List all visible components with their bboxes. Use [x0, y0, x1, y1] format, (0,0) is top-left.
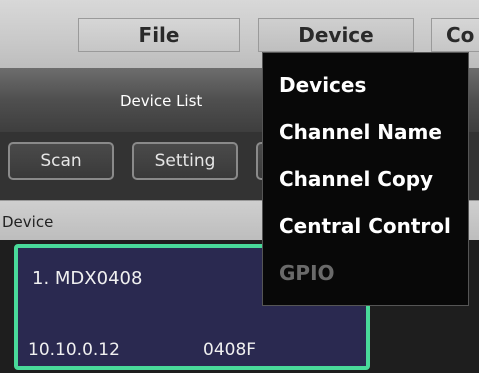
- device-ip: 10.10.0.12: [28, 340, 120, 360]
- menu-item-central-control[interactable]: Central Control: [263, 202, 468, 249]
- menu-device[interactable]: Device: [258, 18, 414, 52]
- menu-item-gpio: GPIO: [279, 260, 335, 285]
- device-id: 0408F: [203, 340, 257, 360]
- device-name: 1. MDX0408: [32, 268, 143, 289]
- scan-button[interactable]: Scan: [8, 142, 114, 180]
- menu-item-channel-name[interactable]: Channel Name: [263, 108, 468, 155]
- menu-file[interactable]: File: [78, 18, 240, 52]
- device-dropdown-menu: Devices Channel Name Channel Copy Centra…: [262, 52, 469, 306]
- setting-button[interactable]: Setting: [132, 142, 238, 180]
- menu-item-channel-copy[interactable]: Channel Copy: [263, 155, 468, 202]
- menu-co-partial[interactable]: Co: [431, 18, 479, 52]
- column-header-label: Device: [2, 213, 54, 231]
- panel-title: Device List: [120, 92, 203, 110]
- menu-item-devices[interactable]: Devices: [263, 61, 468, 108]
